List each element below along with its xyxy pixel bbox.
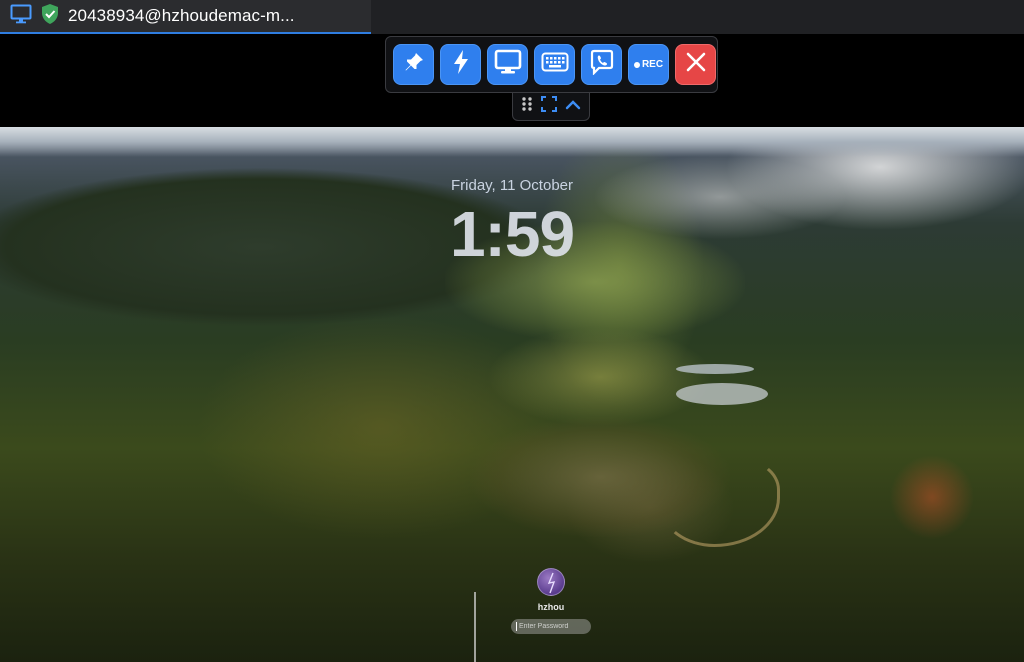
wallpaper-road	[660, 457, 780, 547]
display-icon	[494, 49, 522, 80]
toolbar-subbar	[512, 93, 590, 121]
remote-desktop[interactable]: Friday, 11 October 1:59 hzhou	[0, 127, 1024, 662]
record-label: REC	[641, 59, 664, 70]
display-button[interactable]	[487, 44, 528, 85]
chevron-up-icon[interactable]	[565, 98, 581, 116]
grip-icon[interactable]	[521, 96, 533, 117]
remote-toolbar: REC	[385, 36, 718, 93]
wallpaper-sky	[0, 127, 1024, 157]
pin-icon	[402, 50, 426, 79]
pin-button[interactable]	[393, 44, 434, 85]
lock-date: Friday, 11 October	[451, 177, 573, 194]
top-tab-bar: 20438934@hzhoudemac-m...	[0, 0, 1024, 34]
keyboard-icon	[541, 52, 569, 77]
session-title: 20438934@hzhoudemac-m...	[68, 6, 295, 25]
close-button[interactable]	[675, 44, 716, 85]
password-input[interactable]	[511, 619, 591, 634]
wallpaper-pond	[676, 364, 754, 374]
monitor-icon	[10, 4, 32, 29]
lightning-icon	[449, 49, 473, 80]
wallpaper-pond	[676, 383, 768, 405]
chat-button[interactable]	[581, 44, 622, 85]
session-tab[interactable]: 20438934@hzhoudemac-m...	[0, 0, 371, 34]
shield-check-icon	[40, 3, 60, 30]
avatar[interactable]	[537, 568, 565, 596]
chat-phone-icon	[589, 49, 615, 80]
fullscreen-icon[interactable]	[541, 96, 557, 117]
close-icon	[685, 51, 707, 78]
keyboard-button[interactable]	[534, 44, 575, 85]
actions-button[interactable]	[440, 44, 481, 85]
record-icon: REC	[633, 59, 664, 70]
record-button[interactable]: REC	[628, 44, 669, 85]
lock-time: 1:59	[449, 198, 575, 270]
text-caret	[516, 622, 517, 631]
lock-username: hzhou	[537, 602, 565, 612]
